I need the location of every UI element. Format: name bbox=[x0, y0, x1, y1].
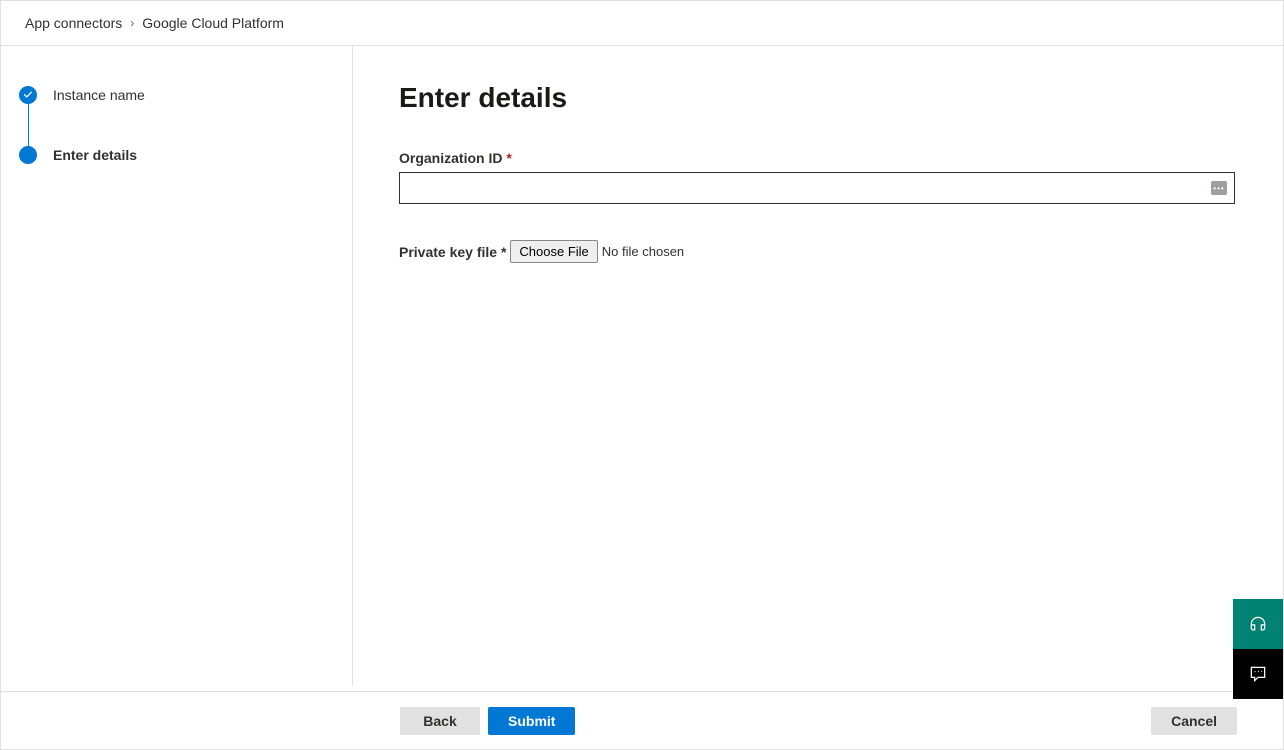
support-button[interactable] bbox=[1233, 599, 1283, 649]
org-id-group: Organization ID * ••• bbox=[399, 150, 1237, 204]
wizard-steps: Instance name Enter details bbox=[1, 46, 353, 686]
cancel-button[interactable]: Cancel bbox=[1151, 707, 1237, 735]
wizard-step-instance-name[interactable]: Instance name bbox=[19, 86, 334, 104]
required-asterisk: * bbox=[506, 150, 511, 166]
current-step-icon bbox=[19, 146, 37, 164]
file-status-text: No file chosen bbox=[602, 244, 684, 259]
page-title: Enter details bbox=[399, 82, 1237, 114]
private-key-group: Private key file * Choose File No file c… bbox=[399, 240, 1237, 263]
step-connector bbox=[28, 104, 29, 146]
wizard-step-label: Instance name bbox=[53, 87, 145, 103]
back-button[interactable]: Back bbox=[400, 707, 480, 735]
breadcrumb-current: Google Cloud Platform bbox=[142, 15, 284, 31]
org-id-label: Organization ID * bbox=[399, 150, 1237, 166]
checkmark-icon bbox=[19, 86, 37, 104]
input-suggestion-icon[interactable]: ••• bbox=[1211, 181, 1227, 195]
choose-file-button[interactable]: Choose File bbox=[510, 240, 597, 263]
org-id-input[interactable] bbox=[399, 172, 1235, 204]
chat-icon bbox=[1248, 664, 1268, 684]
floating-buttons bbox=[1233, 599, 1283, 699]
breadcrumb-parent[interactable]: App connectors bbox=[25, 15, 122, 31]
feedback-button[interactable] bbox=[1233, 649, 1283, 699]
submit-button[interactable]: Submit bbox=[488, 707, 575, 735]
breadcrumb: App connectors › Google Cloud Platform bbox=[1, 1, 1283, 46]
footer-bar: Back Submit Cancel bbox=[1, 691, 1283, 749]
headset-icon bbox=[1248, 614, 1268, 634]
wizard-step-enter-details[interactable]: Enter details bbox=[19, 146, 334, 164]
private-key-label: Private key file * bbox=[399, 244, 506, 260]
chevron-right-icon: › bbox=[130, 16, 134, 30]
content-area: Enter details Organization ID * ••• Priv… bbox=[353, 46, 1283, 686]
wizard-step-label: Enter details bbox=[53, 147, 137, 163]
